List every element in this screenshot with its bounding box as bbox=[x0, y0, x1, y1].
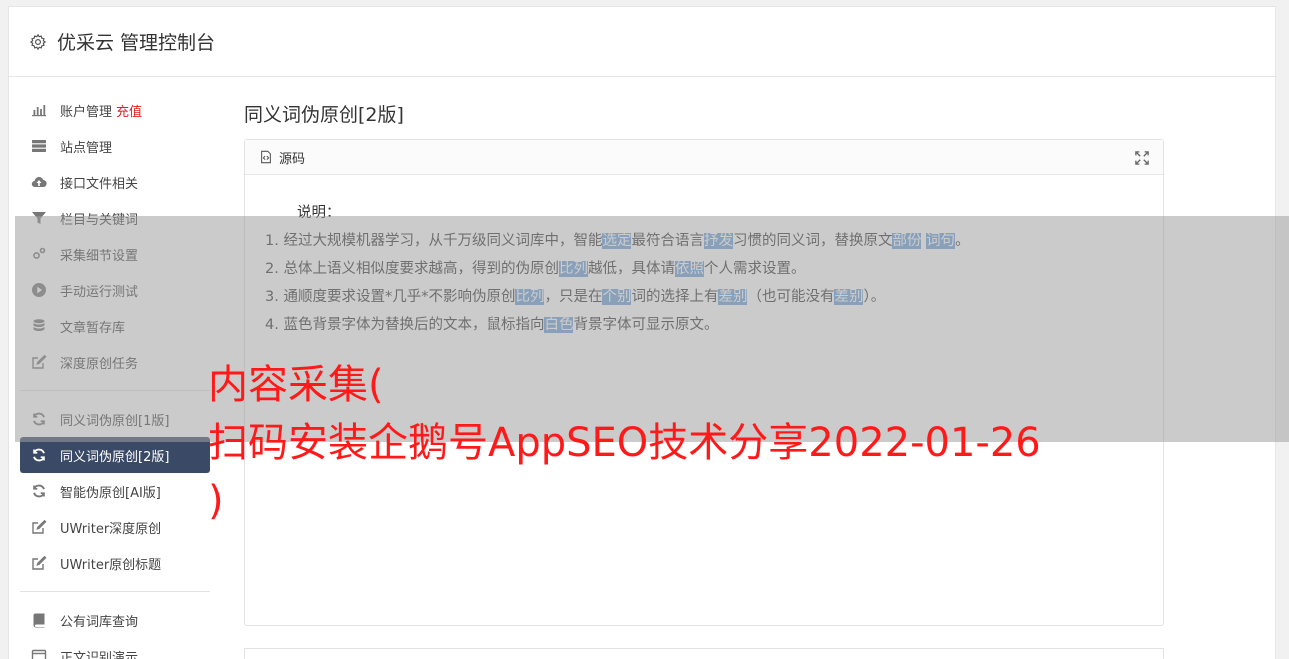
sidebar-item[interactable]: UWriter深度原创 bbox=[20, 509, 210, 545]
sidebar-item[interactable]: 站点管理 bbox=[20, 128, 210, 164]
sidebar-item[interactable]: 账户管理 充值 bbox=[20, 92, 210, 128]
sidebar-item[interactable]: 正文识别演示 bbox=[20, 638, 210, 659]
sidebar-item-label: 同义词伪原创[2版] bbox=[60, 449, 170, 465]
result-panel bbox=[244, 648, 1164, 659]
sidebar-item-label: 智能伪原创[AI版] bbox=[60, 485, 161, 501]
source-label[interactable]: 源码 bbox=[279, 148, 305, 167]
console-title: 优采云 管理控制台 bbox=[57, 32, 216, 54]
window-icon bbox=[30, 648, 48, 659]
fullscreen-icon[interactable] bbox=[1135, 151, 1149, 165]
source-code-icon[interactable] bbox=[259, 150, 273, 164]
watermark-line: 内容采集( bbox=[208, 362, 384, 408]
recharge-link[interactable]: 充值 bbox=[116, 101, 142, 120]
cloud-upload-icon bbox=[30, 174, 48, 190]
refresh-icon bbox=[30, 447, 48, 463]
watermark-line: 扫码安装企鹅号AppSEO技术分享2022-01-26 bbox=[208, 420, 1041, 466]
server-icon bbox=[30, 138, 48, 154]
sidebar-item-label: 接口文件相关 bbox=[60, 176, 139, 192]
page-title: 同义词伪原创[2版] bbox=[244, 104, 404, 126]
sidebar-item[interactable]: 公有词库查询 bbox=[20, 602, 210, 638]
console-header: 优采云 管理控制台 bbox=[9, 7, 1275, 77]
sidebar-item-label: UWriter深度原创 bbox=[60, 521, 162, 537]
bar-chart-icon bbox=[30, 102, 48, 118]
sidebar-item-label: 公有词库查询 bbox=[60, 614, 139, 630]
sidebar-item-label: 站点管理 bbox=[60, 140, 113, 156]
sidebar-item[interactable]: 接口文件相关 bbox=[20, 164, 210, 200]
sidebar-divider bbox=[20, 591, 210, 592]
sidebar-item-label: 账户管理 bbox=[60, 104, 113, 120]
sidebar-item[interactable]: 智能伪原创[AI版] bbox=[20, 473, 210, 509]
panel-header: 源码 bbox=[245, 140, 1163, 175]
book-icon bbox=[30, 612, 48, 628]
edit-icon bbox=[30, 519, 48, 535]
watermark-line: ) bbox=[208, 478, 224, 524]
gear-icon bbox=[29, 33, 47, 50]
sidebar-item-label: UWriter原创标题 bbox=[60, 557, 162, 573]
sidebar-item[interactable]: 同义词伪原创[2版] bbox=[20, 437, 210, 473]
sidebar-item[interactable]: UWriter原创标题 bbox=[20, 545, 210, 581]
edit-icon bbox=[30, 555, 48, 571]
watermark-text: 内容采集( 扫码安装企鹅号AppSEO技术分享2022-01-26 ) bbox=[208, 356, 1041, 530]
sidebar-item-label: 正文识别演示 bbox=[60, 650, 139, 659]
refresh-icon bbox=[30, 483, 48, 499]
